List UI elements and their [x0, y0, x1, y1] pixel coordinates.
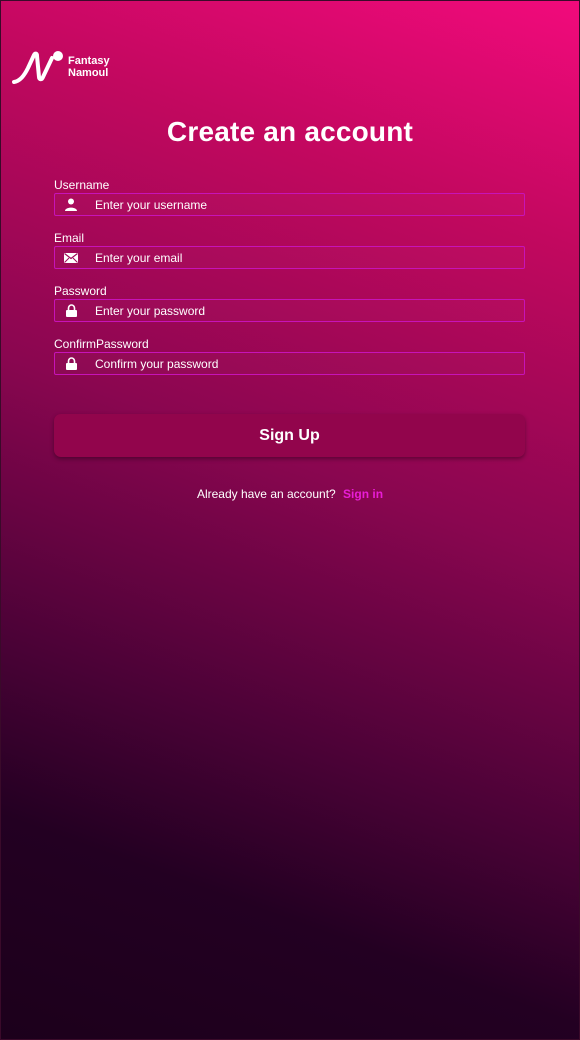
brand-name-line2: Namoul	[68, 67, 109, 79]
password-field-box[interactable]	[54, 299, 525, 322]
password-field: Password	[54, 284, 525, 322]
password-input[interactable]	[86, 300, 524, 321]
confirm-password-input[interactable]	[86, 353, 524, 374]
n-logo-icon	[12, 51, 63, 84]
email-label: Email	[54, 231, 85, 245]
user-icon	[56, 198, 86, 211]
username-input[interactable]	[86, 194, 524, 215]
sign-up-button[interactable]: Sign Up	[54, 414, 525, 457]
email-field-box[interactable]	[54, 246, 525, 269]
password-label: Password	[54, 284, 107, 298]
signin-prompt-text: Already have an account?	[196, 487, 336, 501]
lock-icon	[56, 304, 86, 317]
confirm-password-field-box[interactable]	[54, 352, 525, 375]
brand-logo: Fantasy Namoul	[12, 50, 110, 84]
confirm-password-field: ConfirmPassword	[54, 337, 525, 375]
username-field: Username	[54, 178, 525, 216]
app-frame	[0, 0, 580, 1040]
brand-name-line1: Fantasy	[68, 55, 110, 67]
confirm-password-label: ConfirmPassword	[54, 337, 149, 351]
email-input[interactable]	[86, 247, 524, 268]
envelope-icon	[56, 252, 86, 263]
username-field-box[interactable]	[54, 193, 525, 216]
signup-form: Username Email Password	[54, 178, 525, 390]
username-label: Username	[54, 178, 110, 192]
signin-prompt-row: Already have an account? Sign in	[0, 487, 580, 501]
sign-in-link[interactable]: Sign in	[343, 487, 383, 501]
lock-icon	[56, 357, 86, 370]
email-field: Email	[54, 231, 525, 269]
page-title: Create an account	[166, 116, 414, 147]
